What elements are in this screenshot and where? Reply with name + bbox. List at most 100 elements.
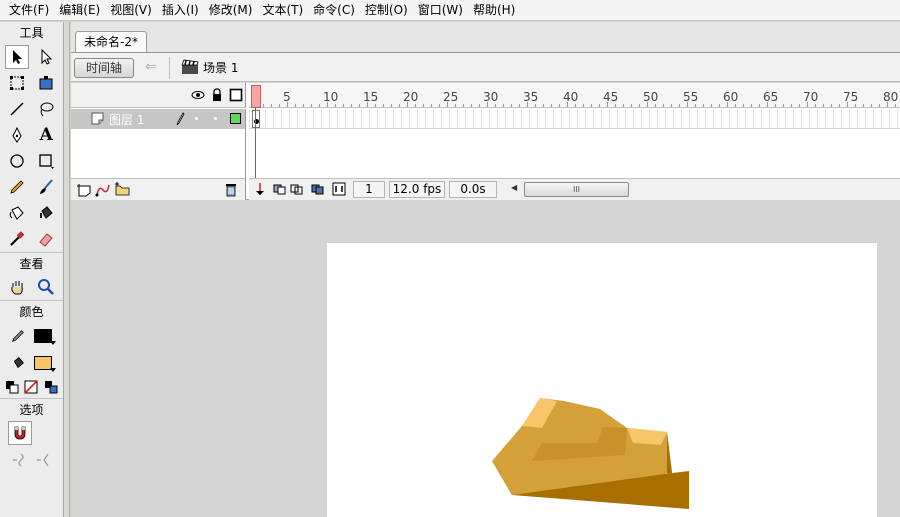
stage[interactable] xyxy=(327,243,877,517)
outline-color-square[interactable] xyxy=(230,113,241,124)
new-folder-icon[interactable] xyxy=(114,182,131,197)
ruler-tick xyxy=(743,104,744,107)
scene-label[interactable]: 场景 1 xyxy=(203,59,238,77)
document-tab[interactable]: 未命名-2* xyxy=(75,31,147,52)
lasso-tool[interactable] xyxy=(34,97,58,121)
ruler-tick xyxy=(559,104,560,107)
menu-edit[interactable]: 编辑(E) xyxy=(54,0,105,21)
modify-onion-markers-icon[interactable] xyxy=(332,182,346,196)
hand-tool[interactable] xyxy=(5,275,29,299)
no-color-button[interactable] xyxy=(23,379,39,395)
lock-icon[interactable] xyxy=(210,88,224,102)
fill-color-swatch[interactable] xyxy=(34,355,56,372)
ruler-tick xyxy=(351,104,352,107)
selection-tool[interactable] xyxy=(4,45,29,69)
onion-skin-icon[interactable] xyxy=(273,182,287,196)
ruler-tick xyxy=(423,104,424,107)
layer-row[interactable]: 图层 1 xyxy=(71,109,246,129)
straighten-button[interactable] xyxy=(32,447,56,471)
timeline-scrollbar-thumb[interactable]: III xyxy=(524,182,629,197)
center-frame-icon[interactable] xyxy=(253,182,267,196)
black-white-icon xyxy=(5,381,19,394)
paint-bucket-tool[interactable] xyxy=(34,201,58,225)
onion-skin-outlines-icon[interactable] xyxy=(290,182,304,196)
frames-row[interactable] xyxy=(249,109,900,129)
menu-modify[interactable]: 修改(M) xyxy=(204,0,258,21)
timeline-toggle-button[interactable]: 时间轴 xyxy=(74,58,134,78)
smooth-icon xyxy=(13,453,24,467)
ruler-number: 80 xyxy=(883,90,899,104)
keyframe[interactable] xyxy=(252,110,260,128)
menu-bar: 文件(F) 编辑(E) 视图(V) 插入(I) 修改(M) 文本(T) 命令(C… xyxy=(0,0,900,21)
eye-icon[interactable] xyxy=(191,88,205,102)
ink-bottle-tool[interactable] xyxy=(5,201,29,225)
ruler-tick xyxy=(375,104,376,107)
ruler-tick xyxy=(263,104,264,107)
layer-name[interactable]: 图层 1 xyxy=(109,111,144,128)
eraser-tool[interactable] xyxy=(34,227,58,251)
line-icon xyxy=(10,102,24,116)
ruler-number: 75 xyxy=(843,90,859,104)
ruler-number: 50 xyxy=(643,90,659,104)
brush-tool[interactable] xyxy=(34,175,58,199)
smooth-button[interactable] xyxy=(8,447,32,471)
frame-ruler[interactable]: 15101520253035404550556065707580 xyxy=(249,83,900,108)
playhead[interactable] xyxy=(251,85,261,108)
magnifier-icon xyxy=(38,279,55,295)
zoom-tool[interactable] xyxy=(34,275,58,299)
tools-panel: 工具 A 查看 颜色 选项 xyxy=(0,22,64,517)
eraser-icon xyxy=(39,233,53,247)
line-tool[interactable] xyxy=(5,97,29,121)
gradient-transform-tool[interactable] xyxy=(34,71,58,95)
new-layer-icon[interactable] xyxy=(76,183,92,197)
subselection-tool[interactable] xyxy=(34,45,58,69)
pen-tool[interactable] xyxy=(5,123,29,147)
ruler-number: 60 xyxy=(723,90,739,104)
ruler-number: 45 xyxy=(603,90,619,104)
ruler-number: 55 xyxy=(683,90,699,104)
outline-square-icon[interactable] xyxy=(229,88,243,102)
menu-help[interactable]: 帮助(H) xyxy=(468,0,520,21)
ruler-tick xyxy=(711,104,712,107)
ruler-tick xyxy=(455,104,456,107)
trash-icon[interactable] xyxy=(224,182,238,197)
text-a-icon: A xyxy=(39,125,53,145)
ruler-tick xyxy=(271,104,272,107)
ruler-number: 65 xyxy=(763,90,779,104)
ruler-tick xyxy=(383,104,384,107)
eyedropper-tool[interactable] xyxy=(5,227,29,251)
scroll-left-arrow-icon[interactable]: ◀ xyxy=(511,183,517,192)
brush-icon xyxy=(40,179,54,194)
menu-commands[interactable]: 命令(C) xyxy=(308,0,360,21)
frame-rate-field[interactable]: 12.0 fps xyxy=(389,181,445,198)
ruler-tick xyxy=(751,104,752,107)
snap-to-objects-button[interactable] xyxy=(8,421,32,445)
ruler-tick xyxy=(343,104,344,107)
pencil-tool[interactable] xyxy=(5,175,29,199)
back-arrow-icon[interactable]: ⇐ xyxy=(145,59,157,75)
rectangle-icon xyxy=(39,154,55,169)
options-section-title: 选项 xyxy=(0,398,63,420)
menu-insert[interactable]: 插入(I) xyxy=(157,0,204,21)
ruler-tick xyxy=(839,104,840,107)
stroke-color-swatch[interactable] xyxy=(34,328,56,345)
menu-window[interactable]: 窗口(W) xyxy=(413,0,468,21)
edit-multiple-frames-icon[interactable] xyxy=(311,182,325,196)
lock-dot[interactable] xyxy=(214,117,217,120)
menu-file[interactable]: 文件(F) xyxy=(4,0,54,21)
text-tool[interactable]: A xyxy=(34,123,58,147)
tools-panel-divider[interactable] xyxy=(64,22,70,517)
oval-tool[interactable] xyxy=(5,149,29,173)
visibility-dot[interactable] xyxy=(195,117,198,120)
menu-view[interactable]: 视图(V) xyxy=(105,0,157,21)
free-transform-tool[interactable] xyxy=(5,71,29,95)
black-white-button[interactable] xyxy=(4,379,20,395)
stone-shape[interactable] xyxy=(327,243,877,517)
menu-control[interactable]: 控制(O) xyxy=(360,0,413,21)
menu-text[interactable]: 文本(T) xyxy=(257,0,308,21)
add-motion-guide-icon[interactable] xyxy=(95,183,111,197)
rectangle-tool[interactable] xyxy=(34,149,58,173)
ruler-number: 20 xyxy=(403,90,419,104)
ruler-tick xyxy=(703,104,704,107)
swap-colors-button[interactable] xyxy=(43,379,59,395)
